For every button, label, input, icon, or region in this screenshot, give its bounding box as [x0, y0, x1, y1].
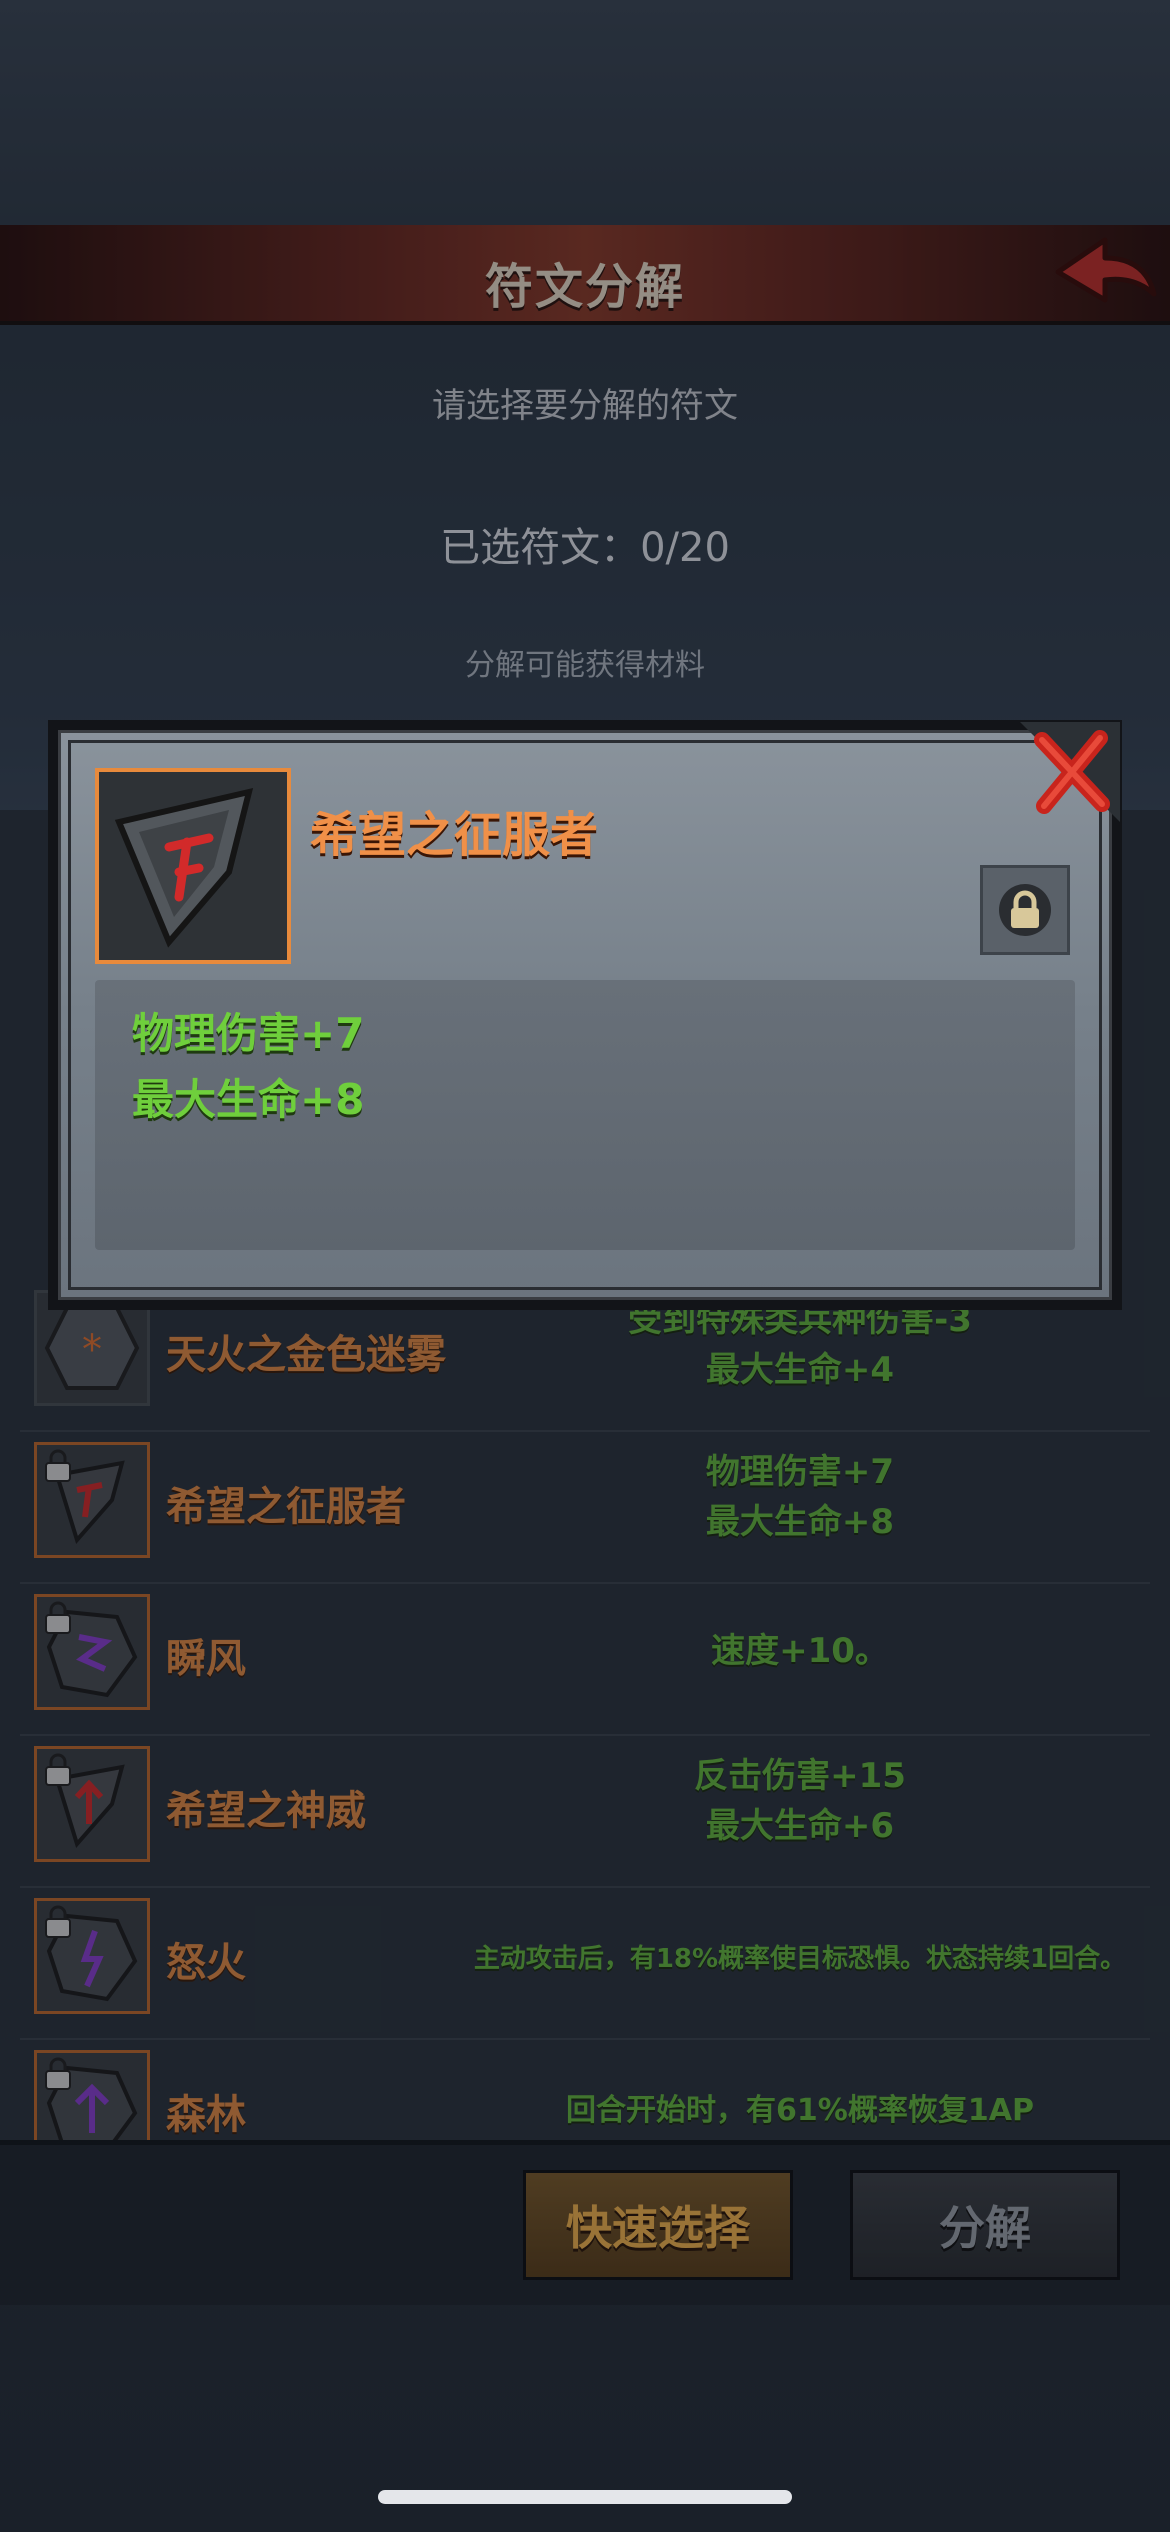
- rune-stone-icon: [114, 787, 254, 948]
- lock-button[interactable]: [980, 865, 1070, 955]
- home-indicator: [378, 2490, 792, 2504]
- popup-attr-line: 物理伤害+7: [132, 1009, 365, 1058]
- lock-icon: [999, 884, 1051, 936]
- popup-rune-thumbnail: [95, 768, 291, 964]
- popup-attr-line: 最大生命+8: [132, 1075, 365, 1124]
- close-icon[interactable]: [1020, 722, 1120, 822]
- popup-rune-name: 希望之征服者: [310, 807, 599, 863]
